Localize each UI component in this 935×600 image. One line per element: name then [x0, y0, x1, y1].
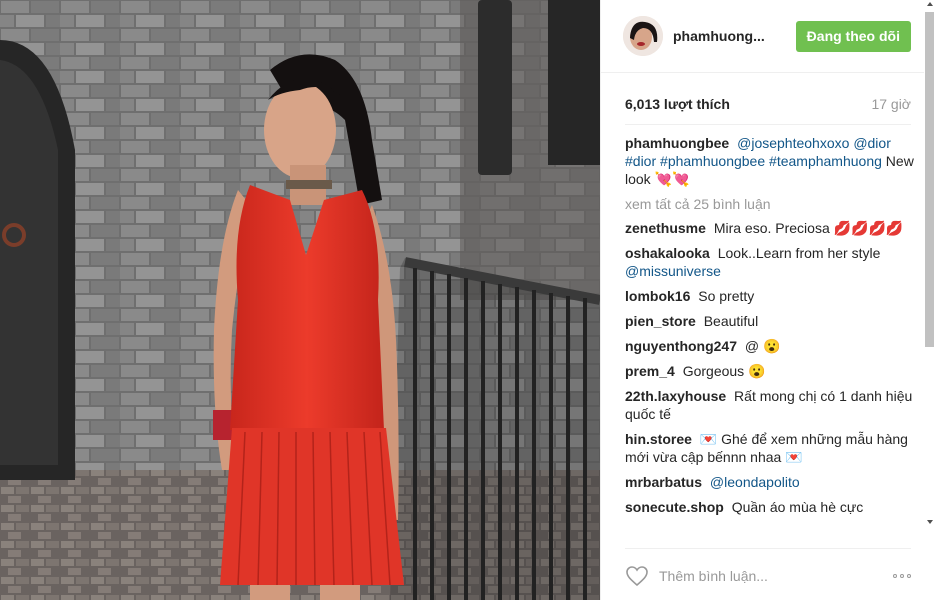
post-timestamp[interactable]: 17 giờ [871, 96, 911, 112]
comment-mention[interactable]: @leondapolito [710, 474, 800, 490]
comment-text: Mira eso. Preciosa 💋💋💋💋 [713, 220, 904, 236]
comment-item: pien_store Beautiful [625, 312, 915, 330]
comment-bar [625, 548, 911, 587]
comment-item: oshakalooka Look..Learn from her style @… [625, 244, 915, 280]
photo-image [0, 0, 600, 600]
caption-mention[interactable]: @dior [853, 135, 891, 151]
caption-hashtag[interactable]: #phamhuongbee [660, 153, 765, 169]
comment-username[interactable]: oshakalooka [625, 245, 710, 261]
likes-count[interactable]: 6,013 lượt thích [625, 96, 730, 112]
dot-icon [893, 573, 897, 578]
comment-username[interactable]: pien_store [625, 313, 696, 329]
view-all-comments-link[interactable]: xem tất cả 25 bình luận [625, 195, 915, 213]
caption-hashtag[interactable]: #dior [625, 153, 656, 169]
post-details-panel: phamhuong... Đang theo dõi 6,013 lượt th… [600, 0, 935, 600]
following-button[interactable]: Đang theo dõi [795, 20, 911, 52]
post-photo[interactable] [0, 0, 600, 600]
add-comment-input[interactable] [659, 567, 869, 584]
scrollbar-thumb[interactable] [925, 12, 934, 347]
comment-item: nguyenthong247 @ 😮 [625, 337, 915, 355]
comment-item: hin.storee 💌 Ghé để xem những mẫu hàng m… [625, 430, 915, 466]
comment-text: Quần áo mùa hè cực [731, 499, 864, 515]
comment-username[interactable]: mrbarbatus [625, 474, 702, 490]
dot-icon [907, 573, 911, 578]
comment-item: sonecute.shop Quần áo mùa hè cực [625, 498, 915, 516]
comment-username[interactable]: hin.storee [625, 431, 692, 447]
comment-item: lombok16 So pretty [625, 287, 915, 305]
caption-mention[interactable]: @josephteohxoxo [737, 135, 849, 151]
comment-username[interactable]: zenethusme [625, 220, 706, 236]
avatar[interactable] [623, 16, 663, 56]
divider [625, 124, 911, 125]
dot-icon [900, 573, 904, 578]
post-caption: phamhuongbee @josephteohxoxo @dior #dior… [625, 134, 915, 188]
caption-hashtag[interactable]: #teamphamhuong [769, 153, 882, 169]
post-meta: 6,013 lượt thích 17 giờ [625, 96, 911, 112]
comment-username[interactable]: 22th.laxyhouse [625, 388, 726, 404]
comment-text: Look..Learn from her style [717, 245, 881, 261]
comment-username[interactable]: lombok16 [625, 288, 690, 304]
comment-username[interactable]: prem_4 [625, 363, 675, 379]
post-modal: phamhuong... Đang theo dõi 6,013 lượt th… [0, 0, 935, 600]
scroll-up-arrow-icon[interactable] [927, 2, 933, 6]
comments-list: phamhuongbee @josephteohxoxo @dior #dior… [625, 134, 915, 530]
comment-item: 22th.laxyhouse Rất mong chị có 1 danh hi… [625, 387, 915, 423]
post-header: phamhuong... Đang theo dõi [601, 0, 935, 73]
comment-text: So pretty [698, 288, 755, 304]
heart-icon[interactable] [625, 565, 649, 587]
comment-mention[interactable]: @missuniverse [625, 263, 721, 279]
caption-username[interactable]: phamhuongbee [625, 135, 729, 151]
avatar-image [623, 16, 663, 56]
comment-text: Beautiful [703, 313, 759, 329]
scroll-down-arrow-icon[interactable] [927, 520, 933, 524]
comment-text: Gorgeous 😮 [682, 363, 766, 379]
post-username[interactable]: phamhuong... [673, 28, 773, 44]
comment-item: zenethusme Mira eso. Preciosa 💋💋💋💋 [625, 219, 915, 237]
comments-scrollbar[interactable] [924, 0, 935, 530]
more-options-icon[interactable] [893, 573, 911, 578]
comment-item: mrbarbatus @leondapolito [625, 473, 915, 491]
comment-item: prem_4 Gorgeous 😮 [625, 362, 915, 380]
comment-text: @ 😮 [744, 338, 781, 354]
comment-username[interactable]: sonecute.shop [625, 499, 724, 515]
comment-username[interactable]: nguyenthong247 [625, 338, 737, 354]
